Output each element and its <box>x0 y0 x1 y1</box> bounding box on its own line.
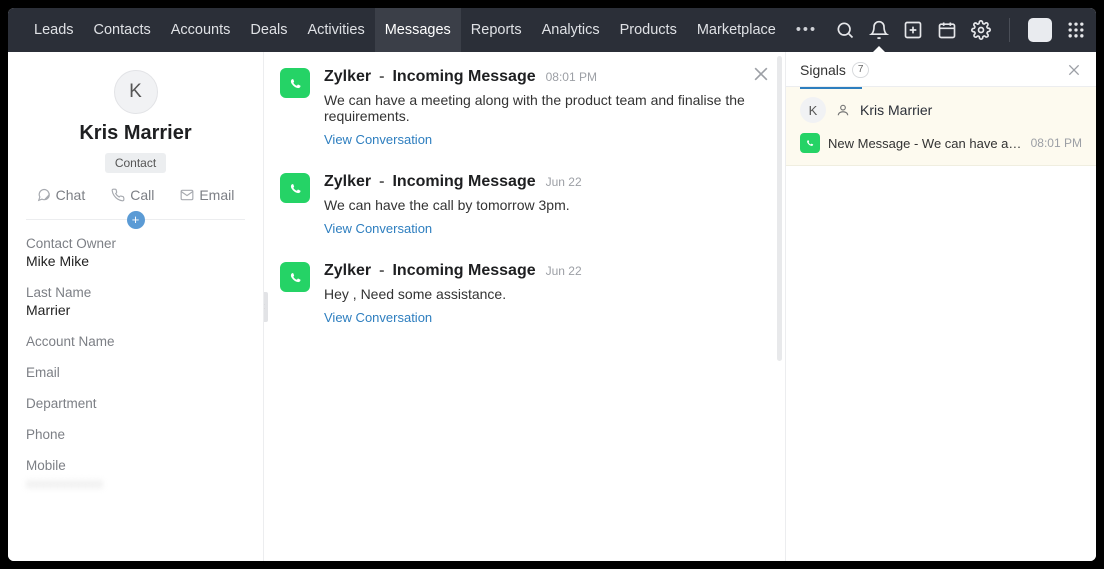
email-label: Email <box>199 187 234 203</box>
add-action-button[interactable]: + <box>127 211 145 229</box>
signals-panel: Signals 7 K Kris Marrier New Message - W… <box>786 52 1096 561</box>
contact-name: Kris Marrier <box>26 122 245 145</box>
message-item: Zylker-Incoming Message08:01 PMWe can ha… <box>280 68 761 147</box>
whatsapp-icon <box>800 133 820 153</box>
call-label: Call <box>130 187 154 203</box>
field-label-mobile: Mobile <box>26 458 245 473</box>
nav-item-analytics[interactable]: Analytics <box>532 8 610 52</box>
signals-title[interactable]: Signals <box>800 62 846 78</box>
signal-item[interactable]: K Kris Marrier New Message - We can have… <box>786 87 1096 166</box>
notifications-icon[interactable] <box>869 20 889 40</box>
apps-grid-icon[interactable] <box>1066 20 1086 40</box>
whatsapp-icon <box>280 68 310 98</box>
profile-avatar[interactable] <box>1028 18 1052 42</box>
view-conversation-link[interactable]: View Conversation <box>324 221 761 236</box>
field-value-lastname: Marrier <box>26 302 245 318</box>
nav-item-activities[interactable]: Activities <box>297 8 374 52</box>
field-value-mobile-redacted: xxxxxxxxxxx <box>26 475 245 491</box>
field-label-account: Account Name <box>26 334 245 349</box>
message-type: Incoming Message <box>392 68 535 86</box>
message-time: 08:01 PM <box>546 70 597 84</box>
signal-contact-name: Kris Marrier <box>860 102 932 118</box>
field-label-phone: Phone <box>26 427 245 442</box>
nav-item-deals[interactable]: Deals <box>240 8 297 52</box>
contact-panel: K Kris Marrier Contact Chat Call Email + <box>8 52 264 561</box>
add-icon[interactable] <box>903 20 923 40</box>
chat-button[interactable]: Chat <box>37 187 86 203</box>
message-text: We can have a meeting along with the pro… <box>324 92 761 124</box>
scrollbar[interactable] <box>777 56 782 361</box>
message-item: Zylker-Incoming MessageJun 22Hey , Need … <box>280 262 761 325</box>
search-icon[interactable] <box>835 20 855 40</box>
chat-label: Chat <box>56 187 86 203</box>
message-source: Zylker <box>324 173 371 191</box>
nav-item-messages[interactable]: Messages <box>375 8 461 52</box>
message-text: Hey , Need some assistance. <box>324 286 761 302</box>
nav-item-leads[interactable]: Leads <box>24 8 84 52</box>
settings-icon[interactable] <box>971 20 991 40</box>
message-type: Incoming Message <box>392 262 535 280</box>
call-button[interactable]: Call <box>111 187 154 203</box>
calendar-icon[interactable] <box>937 20 957 40</box>
nav-item-accounts[interactable]: Accounts <box>161 8 241 52</box>
contact-type-badge: Contact <box>105 153 166 173</box>
nav-item-products[interactable]: Products <box>610 8 687 52</box>
nav-more[interactable]: ••• <box>786 22 827 38</box>
message-type: Incoming Message <box>392 173 535 191</box>
view-conversation-link[interactable]: View Conversation <box>324 310 761 325</box>
message-time: Jun 22 <box>546 264 582 278</box>
signal-message-text: New Message - We can have a meeting … <box>828 136 1023 151</box>
message-source: Zylker <box>324 68 371 86</box>
signal-time: 08:01 PM <box>1031 136 1082 150</box>
close-icon[interactable] <box>751 64 771 84</box>
message-item: Zylker-Incoming MessageJun 22We can have… <box>280 173 761 236</box>
signals-count: 7 <box>852 62 870 78</box>
message-source: Zylker <box>324 262 371 280</box>
nav-item-contacts[interactable]: Contacts <box>84 8 161 52</box>
collapse-handle[interactable]: ‹ <box>264 292 268 322</box>
messages-panel: ‹ Zylker-Incoming Message08:01 PMWe can … <box>264 52 786 561</box>
signal-avatar: K <box>800 97 826 123</box>
field-label-email: Email <box>26 365 245 380</box>
nav-item-marketplace[interactable]: Marketplace <box>687 8 786 52</box>
nav-item-reports[interactable]: Reports <box>461 8 532 52</box>
email-button[interactable]: Email <box>180 187 234 203</box>
contact-avatar: K <box>114 70 158 114</box>
whatsapp-icon <box>280 262 310 292</box>
signals-close-icon[interactable] <box>1066 62 1082 78</box>
view-conversation-link[interactable]: View Conversation <box>324 132 761 147</box>
whatsapp-icon <box>280 173 310 203</box>
field-label-department: Department <box>26 396 245 411</box>
message-time: Jun 22 <box>546 175 582 189</box>
top-navbar: LeadsContactsAccountsDealsActivitiesMess… <box>8 8 1096 52</box>
field-label-lastname: Last Name <box>26 285 245 300</box>
message-text: We can have the call by tomorrow 3pm. <box>324 197 761 213</box>
field-value-owner: Mike Mike <box>26 253 245 269</box>
user-icon <box>836 103 850 117</box>
field-label-owner: Contact Owner <box>26 236 245 251</box>
